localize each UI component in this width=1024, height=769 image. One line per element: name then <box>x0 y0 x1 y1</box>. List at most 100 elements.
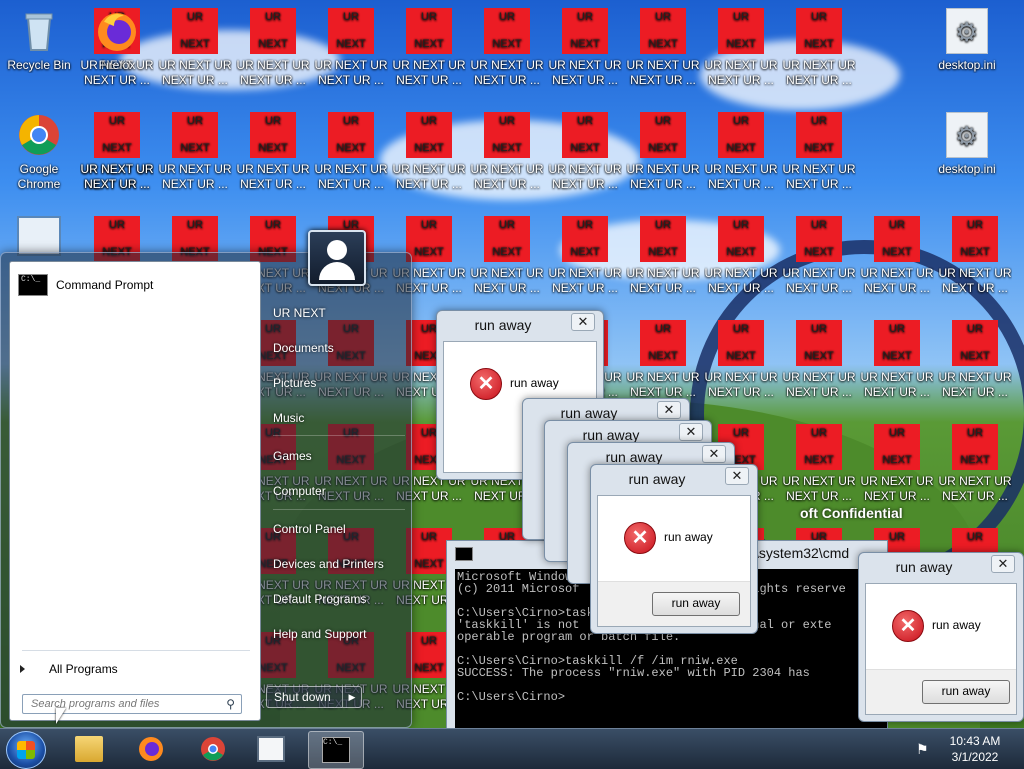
error-dialog[interactable]: run away ✕ ✕ run away run away <box>858 552 1024 722</box>
desktop-icon-ur-next[interactable]: URNEXTUR NEXT URNEXT UR ... <box>860 424 934 504</box>
desktop-icon-ur-next[interactable]: URNEXTUR NEXT URNEXT UR ... <box>548 112 622 192</box>
taskbar-clock[interactable]: 10:43 AM 3/1/2022 <box>940 733 1010 765</box>
desktop-icon-ur-next[interactable]: URNEXTUR NEXT URNEXT UR ... <box>626 8 700 88</box>
desktop-icon-ur-next[interactable]: URNEXTUR NEXT URNEXT UR ... <box>236 112 310 192</box>
taskbar-chrome[interactable] <box>186 731 240 767</box>
action-center-icon[interactable]: ⚑ <box>916 741 929 758</box>
desktop-icon-ur-next[interactable]: URNEXTUR NEXT URNEXT UR ... <box>782 424 856 504</box>
desktop-icon-ur-next[interactable]: URNEXTUR NEXT URNEXT UR ... <box>704 8 778 88</box>
desktop-icon-ur-next[interactable]: URNEXTUR NEXT URNEXT UR ... <box>470 8 544 88</box>
icon-label: NEXT UR ... <box>786 385 852 399</box>
desktop-icon-ur-next[interactable]: URNEXTUR NEXT URNEXT UR ... <box>860 216 934 296</box>
dialog-ok-button[interactable]: run away <box>652 592 740 616</box>
close-icon[interactable]: ✕ <box>991 555 1015 573</box>
desktop-icon-ur-next[interactable]: URNEXTUR NEXT URNEXT UR ... <box>782 8 856 88</box>
divider <box>22 650 250 651</box>
icon-label: UR NEXT UR <box>860 266 934 280</box>
chrome-icon <box>201 737 225 761</box>
close-icon[interactable]: ✕ <box>702 445 726 463</box>
desktop-icon-ur-next[interactable]: URNEXTUR NEXT URNEXT UR ... <box>626 216 700 296</box>
desktop-icon-firefox[interactable]: Firefox <box>80 8 154 73</box>
desktop-icon-ur-next[interactable]: URNEXTUR NEXT URNEXT UR ... <box>704 112 778 192</box>
icon-label: UR NEXT UR <box>392 162 466 176</box>
desktop-icon-ur-next[interactable]: URNEXTUR NEXT URNEXT UR ... <box>782 320 856 400</box>
taskbar-firefox[interactable] <box>124 731 178 767</box>
close-icon[interactable]: ✕ <box>679 423 703 441</box>
desktop-icon-ur-next[interactable]: URNEXTUR NEXT URNEXT UR ... <box>704 216 778 296</box>
icon-text: NEXT <box>336 142 366 154</box>
icon-text: NEXT <box>648 350 678 362</box>
start-menu-item-music[interactable]: Music <box>273 411 304 425</box>
desktop-icon-recycle-bin[interactable]: Recycle Bin <box>2 8 76 73</box>
ur-next-file-icon: UR NEXT <box>796 8 842 54</box>
desktop-icon-desktop-ini[interactable]: desktop.ini <box>930 8 1004 73</box>
command-prompt-icon: C:\_ <box>18 274 48 296</box>
icon-text: UR <box>889 219 905 231</box>
desktop-icon-ur-next[interactable]: URNEXTUR NEXT URNEXT UR ... <box>314 8 388 88</box>
dialog-ok-button[interactable]: run away <box>922 680 1010 704</box>
icon-label: desktop.ini <box>938 58 996 72</box>
icon-text: UR <box>421 219 437 231</box>
desktop-icon-ur-next[interactable]: URNEXTUR NEXT URNEXT UR ... <box>938 216 1012 296</box>
icon-label: desktop.ini <box>938 162 996 176</box>
desktop-icon-ur-next[interactable]: URNEXTUR NEXT URNEXT UR ... <box>392 8 466 88</box>
desktop-icon-ur-next[interactable]: URNEXTUR NEXT URNEXT UR ... <box>158 112 232 192</box>
desktop-icon-ur-next[interactable]: URNEXTUR NEXT URNEXT UR ... <box>626 320 700 400</box>
icon-label: UR NEXT UR <box>626 58 700 72</box>
icon-label: NEXT UR ... <box>84 177 150 191</box>
all-programs-button[interactable]: All Programs <box>20 660 250 678</box>
desktop-icon-ur-next[interactable]: URNEXTUR NEXT URNEXT UR ... <box>470 112 544 192</box>
taskbar-explorer[interactable] <box>62 731 116 767</box>
start-menu-item-pictures[interactable]: Pictures <box>273 376 316 390</box>
ur-next-file-icon: UR NEXT <box>874 216 920 262</box>
desktop-icon-ur-next[interactable]: URNEXTUR NEXT URNEXT UR ... <box>782 112 856 192</box>
icon-text: UR <box>811 115 827 127</box>
icon-text: UR <box>343 115 359 127</box>
ur-next-file-icon: UR NEXT <box>94 112 140 158</box>
desktop-icon-ur-next[interactable]: URNEXTUR NEXT URNEXT UR ... <box>626 112 700 192</box>
start-menu-item-help-support[interactable]: Help and Support <box>273 627 366 641</box>
ur-next-file-icon: UR NEXT <box>796 112 842 158</box>
ur-next-file-icon: UR NEXT <box>484 8 530 54</box>
close-icon[interactable]: ✕ <box>657 401 681 419</box>
start-menu-item-default-programs[interactable]: Default Programs <box>273 592 366 606</box>
start-menu-item-documents[interactable]: Documents <box>273 341 334 355</box>
start-menu-item-control-panel[interactable]: Control Panel <box>273 522 346 536</box>
shutdown-button[interactable]: Shut down ▶ <box>266 686 362 708</box>
taskbar-command-prompt[interactable]: C:\_ <box>308 731 364 769</box>
desktop-icon-desktop-ini[interactable]: desktop.ini <box>930 112 1004 177</box>
start-menu-item-computer[interactable]: Computer <box>273 484 326 498</box>
desktop-icon-ur-next[interactable]: URNEXTUR NEXT URNEXT UR ... <box>392 112 466 192</box>
error-dialog[interactable]: run away ✕ ✕ run away run away <box>590 464 758 634</box>
start-menu-item-command-prompt[interactable]: C:\_ Command Prompt <box>14 270 254 300</box>
desktop-icon-ur-next[interactable]: URNEXTUR NEXT URNEXT UR ... <box>314 112 388 192</box>
dialog-message: run away <box>664 530 713 544</box>
desktop-icon-ur-next[interactable]: URNEXTUR NEXT URNEXT UR ... <box>548 216 622 296</box>
desktop-icon-ur-next[interactable]: URNEXTUR NEXT URNEXT UR ... <box>860 320 934 400</box>
icon-label: UR NEXT UR <box>626 162 700 176</box>
start-button[interactable] <box>6 731 46 769</box>
desktop-icon-google-chrome[interactable]: Google Chrome <box>2 112 76 192</box>
close-icon[interactable]: ✕ <box>725 467 749 485</box>
desktop-icon-ur-next[interactable]: URNEXTUR NEXT URNEXT UR ... <box>938 424 1012 504</box>
icon-text: NEXT <box>726 246 756 258</box>
arrow-right-icon[interactable]: ▶ <box>342 687 361 707</box>
desktop-icon-ur-next[interactable]: URNEXTUR NEXT URNEXT UR ... <box>470 216 544 296</box>
icon-label: UR NEXT UR <box>314 162 388 176</box>
start-menu-item-games[interactable]: Games <box>273 449 312 463</box>
desktop-icon-ur-next[interactable]: URNEXTUR NEXT URNEXT UR ... <box>704 320 778 400</box>
start-menu-item-devices-printers[interactable]: Devices and Printers <box>273 557 384 571</box>
icon-text: UR <box>655 219 671 231</box>
start-search-input[interactable]: Search programs and files ⚲ <box>22 694 242 714</box>
desktop-icon-ur-next[interactable]: URNEXTUR NEXT URNEXT UR ... <box>548 8 622 88</box>
desktop-icon-ur-next[interactable]: URNEXTUR NEXT URNEXT UR ... <box>236 8 310 88</box>
desktop-icon-ur-next[interactable]: URNEXTUR NEXT URNEXT UR ... <box>158 8 232 88</box>
start-menu-item-user-folder[interactable]: UR NEXT <box>273 306 326 320</box>
close-icon[interactable]: ✕ <box>571 313 595 331</box>
taskbar-control-panel[interactable] <box>244 731 298 767</box>
all-programs-label: All Programs <box>49 662 118 676</box>
desktop-icon-ur-next[interactable]: URNEXTUR NEXT URNEXT UR ... <box>80 112 154 192</box>
desktop-icon-ur-next[interactable]: URNEXTUR NEXT URNEXT UR ... <box>938 320 1012 400</box>
desktop-icon-ur-next[interactable]: URNEXTUR NEXT URNEXT UR ... <box>782 216 856 296</box>
user-avatar[interactable] <box>308 230 366 286</box>
